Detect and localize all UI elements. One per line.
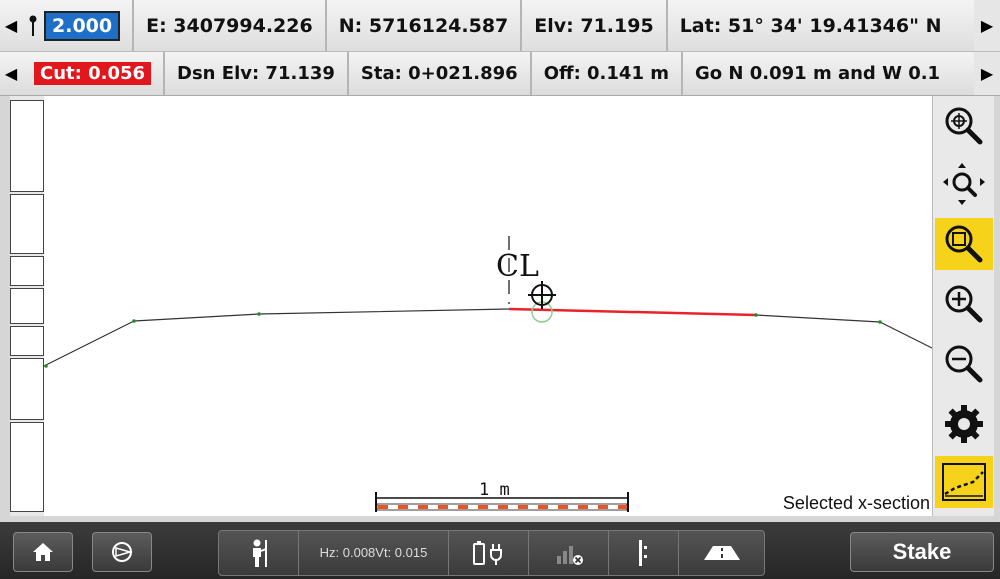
instrument-icon [112, 542, 133, 562]
current-position-crosshair [528, 281, 556, 309]
easting-readout: E: 3407994.226 [134, 0, 327, 51]
position-readout-bar: ◀ 2.000 E: 3407994.226 N: 5716124.587 El… [0, 0, 1000, 52]
scroll-left-arrow[interactable]: ◀ [0, 0, 22, 51]
map-toolbar [932, 96, 994, 516]
offset-readout: Off: 0.141 m [532, 52, 683, 95]
cut-cell: Cut: 0.056 [22, 52, 166, 95]
cross-section-view-button[interactable] [935, 456, 993, 508]
zoom-in-button[interactable] [935, 278, 993, 330]
home-icon [33, 543, 53, 561]
hz-readout: Hz: 0.008 [319, 545, 376, 560]
scale-label: 1 m [479, 480, 510, 500]
road-profile-line [44, 308, 932, 367]
pan-icon [943, 163, 985, 205]
zoom-extents-icon [945, 225, 983, 263]
centerline-symbol: CL [496, 249, 539, 284]
scroll-right-arrow-2[interactable]: ▶ [974, 52, 1000, 95]
design-elevation-readout: Dsn Elv: 71.139 [165, 52, 349, 95]
cross-section-drawing: CL [44, 236, 932, 512]
left-slot[interactable] [10, 358, 44, 420]
zoom-out-icon [945, 345, 983, 383]
profile-vertices [44, 312, 882, 368]
rover-status[interactable] [219, 531, 299, 575]
target-pole-icon [29, 15, 37, 36]
left-slot[interactable] [10, 256, 44, 286]
instrument-button[interactable] [92, 532, 152, 572]
zoom-target-icon [945, 107, 983, 145]
target-height-value[interactable]: 2.000 [44, 10, 121, 41]
surveyor-icon [252, 539, 267, 567]
settings-button[interactable] [935, 398, 993, 450]
signal-disconnected-icon [556, 546, 583, 565]
battery-plug-icon [472, 541, 502, 565]
vt-readout: Vt: 0.015 [375, 545, 428, 560]
prism-pole-icon [638, 540, 647, 566]
cut-readout: Cut: 0.056 [34, 62, 152, 85]
selected-xsection-label: Selected x-section [782, 493, 930, 513]
cross-section-icon [942, 463, 986, 501]
scroll-right-arrow[interactable]: ▶ [974, 0, 1000, 51]
left-slot[interactable] [10, 288, 44, 324]
station-readout: Sta: 0+021.896 [349, 52, 532, 95]
status-bar: Hz: 0.008 Vt: 0.015 [218, 530, 765, 576]
left-slot-panel [10, 96, 44, 516]
left-slot[interactable] [10, 326, 44, 356]
zoom-out-button[interactable] [935, 338, 993, 390]
pan-button[interactable] [935, 158, 993, 210]
elevation-readout: Elv: 71.195 [522, 0, 668, 51]
left-slot[interactable] [10, 100, 44, 192]
left-slot[interactable] [10, 194, 44, 254]
zoom-extents-button[interactable] [935, 218, 993, 270]
road-icon [703, 546, 740, 560]
gear-icon [945, 405, 983, 443]
road-status[interactable] [679, 531, 764, 575]
latitude-readout: Lat: 51° 34' 19.41346" N [679, 14, 942, 37]
selected-segment [508, 307, 757, 317]
home-button[interactable] [13, 532, 73, 572]
radio-status[interactable] [529, 531, 609, 575]
power-status[interactable] [449, 531, 529, 575]
northing-readout: N: 5716124.587 [327, 0, 523, 51]
zoom-in-icon [945, 285, 983, 323]
angle-readout: Hz: 0.008 Vt: 0.015 [299, 531, 449, 575]
scroll-left-arrow-2[interactable]: ◀ [0, 52, 22, 95]
zoom-target-button[interactable] [935, 100, 993, 152]
target-height-cell[interactable]: 2.000 [22, 0, 135, 51]
bottom-bar: Hz: 0.008 Vt: 0.015 Stake [0, 522, 1000, 579]
stakeout-readout-bar: ◀ Cut: 0.056 Dsn Elv: 71.139 Sta: 0+021.… [0, 52, 1000, 96]
go-direction-readout: Go N 0.091 m and W 0.1 [695, 63, 941, 84]
stake-button[interactable]: Stake [850, 532, 994, 572]
target-status[interactable] [609, 531, 679, 575]
left-slot[interactable] [10, 422, 44, 512]
cross-section-canvas[interactable]: CL 1 m Selected x-section [44, 96, 932, 516]
